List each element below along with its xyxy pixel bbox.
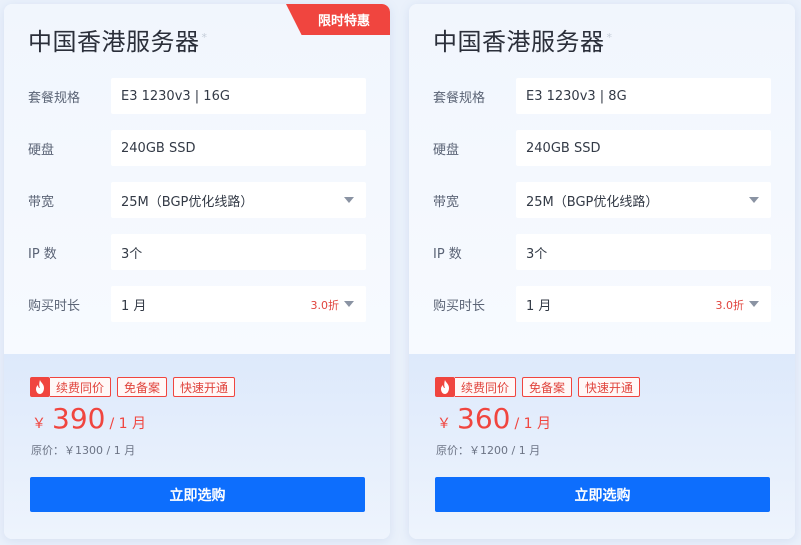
limited-offer-ribbon: 限时特惠 [286,4,390,35]
chevron-down-icon [344,197,354,203]
spec-row-disk: 硬盘 240GB SSD [433,130,773,166]
discount-label: 3.0折 [310,299,340,312]
buy-now-button[interactable]: 立即选购 [30,477,365,512]
spec-label: 购买时长 [28,298,81,314]
spec-row-disk: 硬盘 240GB SSD [28,130,368,166]
price: ￥ 390 / 1 月 [32,402,146,435]
spec-label: 套餐规格 [28,90,81,106]
plan-title: 中国香港服务器 * [28,28,208,56]
spec-label: 硬盘 [28,142,55,158]
plan-title: 中国香港服务器 * [433,28,613,56]
disk-field: 240GB SSD [111,130,366,166]
discount-label: 3.0折 [715,299,745,312]
bandwidth-select[interactable]: 25M（BGP优化线路） [516,182,771,218]
bandwidth-select[interactable]: 25M（BGP优化线路） [111,182,366,218]
buy-now-button[interactable]: 立即选购 [435,477,770,512]
spec-row-duration: 购买时长 1 月 3.0折 [433,286,773,322]
feature-tag: 免备案 [117,377,168,397]
feature-tag: 续费同价 [50,377,112,397]
spec-label: 带宽 [28,194,55,210]
package-field: E3 1230v3 | 16G [111,78,366,114]
spec-label: 套餐规格 [433,90,486,106]
feature-tag: 快速开通 [578,377,641,397]
feature-tags: 续费同价 免备案 快速开通 [30,377,236,397]
fire-icon [435,377,455,397]
ip-count-field: 3个 [516,234,771,270]
spec-row-bandwidth: 带宽 25M（BGP优化线路） [433,182,773,218]
spec-label: 带宽 [433,194,460,210]
spec-label: IP 数 [433,246,462,262]
title-mark: * [606,31,613,44]
spec-row-package: 套餐规格 E3 1230v3 | 16G [28,78,368,114]
currency-symbol: ￥ [437,416,451,432]
chevron-down-icon [344,301,354,307]
feature-tag: 续费同价 [455,377,517,397]
spec-label: 购买时长 [433,298,486,314]
title-mark: * [201,31,208,44]
price-amount: 390 [52,402,106,435]
server-plan-card: 中国香港服务器 * 套餐规格 E3 1230v3 | 8G 硬盘 240GB SS… [409,4,795,539]
disk-field: 240GB SSD [516,130,771,166]
spec-row-bandwidth: 带宽 25M（BGP优化线路） [28,182,368,218]
feature-tag: 免备案 [522,377,573,397]
fire-icon [30,377,50,397]
duration-select[interactable]: 1 月 3.0折 [111,286,366,322]
spec-row-ip: IP 数 3个 [433,234,773,270]
pricing-cards: 限时特惠 中国香港服务器 * 套餐规格 E3 1230v3 | 16G 硬盘 24… [0,0,801,545]
spec-row-ip: IP 数 3个 [28,234,368,270]
original-price: 原价：￥1300 / 1 月 [31,444,136,457]
feature-tags: 续费同价 免备案 快速开通 [435,377,641,397]
original-price: 原价：￥1200 / 1 月 [436,444,541,457]
price-unit: / 1 月 [109,416,146,432]
spec-row-duration: 购买时长 1 月 3.0折 [28,286,368,322]
feature-tag: 快速开通 [173,377,236,397]
server-plan-card: 限时特惠 中国香港服务器 * 套餐规格 E3 1230v3 | 16G 硬盘 24… [4,4,390,539]
spec-label: IP 数 [28,246,57,262]
chevron-down-icon [749,197,759,203]
spec-label: 硬盘 [433,142,460,158]
spec-row-package: 套餐规格 E3 1230v3 | 8G [433,78,773,114]
currency-symbol: ￥ [32,416,46,432]
price: ￥ 360 / 1 月 [437,402,551,435]
ip-count-field: 3个 [111,234,366,270]
duration-select[interactable]: 1 月 3.0折 [516,286,771,322]
chevron-down-icon [749,301,759,307]
price-unit: / 1 月 [514,416,551,432]
package-field: E3 1230v3 | 8G [516,78,771,114]
price-amount: 360 [457,402,511,435]
